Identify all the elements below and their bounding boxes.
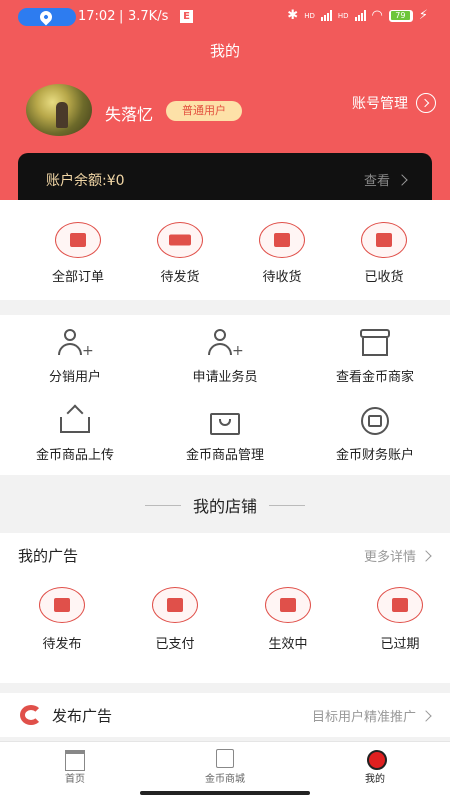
finance-account-button[interactable]: 金币财务账户 bbox=[300, 407, 450, 463]
tab-mine[interactable]: 我的 bbox=[325, 746, 425, 785]
status-bar: 17:02 | 3.7K/s E ✱ HD HD ◠ 79 ⚡ bbox=[0, 0, 450, 34]
user-level-badge: 普通用户 bbox=[166, 101, 242, 121]
account-manage-button[interactable]: 账号管理 bbox=[352, 93, 436, 113]
tab-mall[interactable]: 金币商城 bbox=[175, 746, 275, 785]
apply-salesman-button[interactable]: + 申请业务员 bbox=[150, 329, 300, 385]
order-all-button[interactable]: 全部订单 bbox=[28, 222, 128, 285]
my-shop-title: 我的店铺 bbox=[192, 497, 257, 516]
publish-ad-row[interactable]: 发布广告 目标用户精准推广 bbox=[0, 693, 450, 737]
circle-arrow-icon bbox=[416, 93, 436, 113]
chevron-right-icon bbox=[420, 549, 432, 562]
view-merchants-button[interactable]: 查看金币商家 bbox=[300, 329, 450, 385]
tab-mine-label: 我的 bbox=[365, 774, 385, 785]
page-title: 我的 bbox=[209, 42, 240, 60]
tab-home-label: 首页 bbox=[65, 774, 85, 785]
ad-active-label: 生效中 bbox=[268, 637, 308, 652]
publish-ad-label: 发布广告 bbox=[52, 707, 113, 725]
username: 失落忆 bbox=[105, 105, 154, 124]
account-manage-label: 账号管理 bbox=[352, 96, 408, 112]
battery-level: 79 bbox=[390, 10, 410, 20]
location-pill bbox=[18, 8, 76, 26]
person-plus-icon: + bbox=[58, 329, 94, 358]
my-shop-header: 我的店铺 bbox=[0, 480, 450, 530]
location-icon bbox=[37, 8, 55, 26]
ad-pending-button[interactable]: 待发布 bbox=[12, 587, 112, 652]
publish-ad-hint-label: 目标用户精准推广 bbox=[311, 710, 416, 725]
order-to-receive-button[interactable]: 待收货 bbox=[232, 222, 332, 285]
status-hd-2: HD bbox=[337, 11, 349, 20]
tab-mall-label: 金币商城 bbox=[205, 774, 245, 785]
order-received-button[interactable]: 已收货 bbox=[334, 222, 434, 285]
ad-pending-label: 待发布 bbox=[42, 637, 82, 652]
chevron-right-icon bbox=[396, 173, 408, 186]
mine-icon bbox=[362, 746, 388, 770]
publish-ad-icon bbox=[20, 705, 42, 725]
bag-icon bbox=[208, 407, 242, 435]
wifi-icon: ◠ bbox=[371, 8, 383, 23]
check-bag-icon bbox=[361, 222, 407, 258]
status-time: 17:02 bbox=[78, 9, 116, 24]
order-list-icon bbox=[55, 222, 101, 258]
ads-more-button[interactable]: 更多详情 bbox=[363, 546, 432, 565]
manage-goods-button[interactable]: 金币商品管理 bbox=[150, 407, 300, 463]
home-icon bbox=[62, 746, 88, 771]
calendar-icon bbox=[377, 587, 423, 623]
services-card: + 分销用户 + 申请业务员 查看金币商家 金币商品上传 金币商品管理 金币财务… bbox=[0, 315, 450, 475]
balance-label: 账户余额:¥0 bbox=[46, 173, 125, 189]
order-all-label: 全部订单 bbox=[51, 270, 104, 285]
distribution-users-button[interactable]: + 分销用户 bbox=[0, 329, 150, 385]
store-icon bbox=[358, 329, 392, 357]
order-to-ship-label: 待发货 bbox=[160, 270, 200, 285]
balance-card: 账户余额:¥0 查看 bbox=[18, 153, 432, 205]
chevron-right-icon bbox=[420, 709, 432, 722]
upload-goods-button[interactable]: 金币商品上传 bbox=[0, 404, 150, 463]
home-indicator bbox=[140, 791, 310, 795]
ad-expired-button[interactable]: 已过期 bbox=[350, 587, 450, 652]
divider-right bbox=[269, 504, 305, 506]
yen-icon bbox=[39, 587, 85, 623]
ad-expired-label: 已过期 bbox=[380, 637, 420, 652]
distribution-users-label: 分销用户 bbox=[48, 370, 101, 385]
people-plus-icon: + bbox=[208, 329, 244, 358]
ads-title: 我的广告 bbox=[18, 547, 79, 565]
apply-salesman-label: 申请业务员 bbox=[192, 370, 258, 385]
avatar[interactable] bbox=[26, 84, 92, 136]
bluetooth-icon: ✱ bbox=[287, 8, 299, 23]
upload-icon bbox=[58, 404, 92, 435]
charging-icon: ⚡ bbox=[418, 8, 428, 23]
order-received-label: 已收货 bbox=[364, 270, 404, 285]
orders-card: 全部订单 待发货 待收货 已收货 bbox=[0, 200, 450, 300]
finance-account-label: 金币财务账户 bbox=[335, 448, 414, 463]
divider-left bbox=[144, 504, 181, 506]
upload-goods-label: 金币商品上传 bbox=[35, 448, 114, 463]
mall-icon bbox=[212, 746, 238, 768]
tab-home[interactable]: 首页 bbox=[25, 746, 125, 785]
receive-icon bbox=[259, 222, 305, 258]
ads-more-label: 更多详情 bbox=[363, 550, 416, 565]
truck-icon bbox=[157, 222, 203, 258]
ad-paid-button[interactable]: 已支付 bbox=[125, 587, 225, 652]
status-separator: | bbox=[119, 9, 124, 24]
order-to-receive-label: 待收货 bbox=[262, 270, 302, 285]
balance-view-label: 查看 bbox=[363, 174, 390, 189]
view-merchants-label: 查看金币商家 bbox=[335, 370, 414, 385]
ad-paid-label: 已支付 bbox=[155, 637, 195, 652]
ad-active-button[interactable]: 生效中 bbox=[238, 587, 338, 652]
card-icon bbox=[152, 587, 198, 623]
manage-goods-label: 金币商品管理 bbox=[185, 448, 264, 463]
status-speed: 3.7K/s bbox=[128, 9, 169, 24]
battery-icon: 79 bbox=[388, 9, 413, 22]
balance-view-button[interactable]: 查看 bbox=[363, 170, 408, 189]
coin-account-icon bbox=[358, 407, 392, 435]
status-hd-1: HD bbox=[304, 11, 315, 20]
order-to-ship-button[interactable]: 待发货 bbox=[130, 222, 230, 285]
lifebuoy-icon bbox=[265, 587, 311, 623]
signal-icon-2 bbox=[354, 10, 366, 21]
ads-card: 我的广告 更多详情 待发布 已支付 生效中 已过期 bbox=[0, 533, 450, 683]
e-icon: E bbox=[180, 10, 193, 23]
signal-icon bbox=[320, 10, 332, 21]
publish-ad-hint: 目标用户精准推广 bbox=[311, 706, 432, 725]
